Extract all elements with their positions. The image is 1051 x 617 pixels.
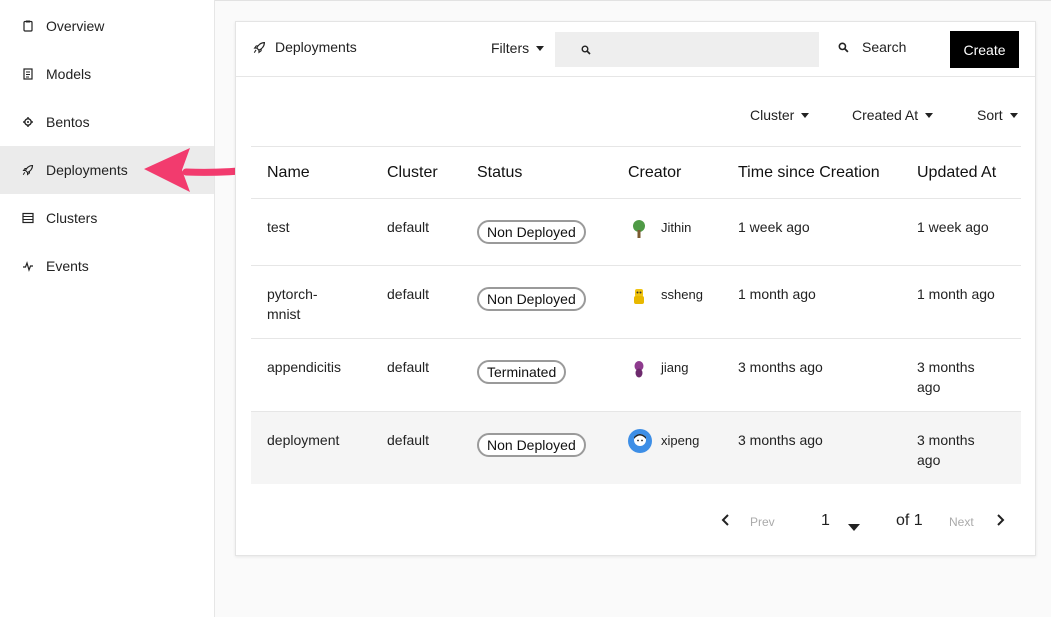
time-since-creation: 3 months ago	[738, 359, 823, 375]
avatar	[628, 358, 650, 380]
table-header: Name Cluster Status Creator Time since C…	[251, 146, 1021, 199]
filters-dropdown[interactable]: Filters	[491, 40, 545, 56]
table-row[interactable]: test default Non Deployed Jithin 1 week …	[251, 199, 1021, 266]
status-badge: Terminated	[477, 360, 567, 384]
search-button-label: Search	[862, 39, 907, 55]
time-since-creation: 1 month ago	[738, 286, 816, 302]
cluster-filter-label: Cluster	[750, 107, 795, 123]
deployments-table: Name Cluster Status Creator Time since C…	[251, 146, 1021, 484]
deployment-name-link[interactable]: deployment	[267, 430, 357, 450]
rocket-icon	[253, 41, 265, 53]
cluster-cell: default	[387, 359, 430, 375]
updated-at: 1 week ago	[917, 219, 989, 235]
page-select-caret-icon[interactable]	[848, 519, 860, 534]
avatar	[628, 218, 650, 240]
sidebar-item-label: Clusters	[46, 210, 98, 226]
deployment-name-link[interactable]: appendicitis	[267, 357, 357, 377]
column-header-updated-at[interactable]: Updated At	[917, 164, 1017, 182]
caret-down-icon	[536, 45, 545, 51]
status-badge: Non Deployed	[477, 287, 586, 311]
page-title: Deployments	[253, 39, 357, 55]
sidebar: Overview Models Bentos Deployments Clust…	[0, 0, 215, 617]
creator-name: jiang	[661, 360, 689, 375]
caret-down-icon	[1009, 112, 1018, 118]
rocket-icon	[22, 164, 34, 176]
next-page-button[interactable]: Next	[949, 515, 974, 529]
caret-down-icon	[801, 112, 810, 118]
card-header: Deployments Filters Search Create	[236, 22, 1035, 77]
search-box	[555, 32, 819, 67]
search-icon	[581, 45, 591, 55]
table-row[interactable]: appendicitis default Terminated jiang 3 …	[251, 339, 1021, 412]
deployments-card: Deployments Filters Search Create Cluste…	[235, 21, 1036, 556]
search-button[interactable]: Search	[838, 39, 906, 55]
creator-name: xipeng	[661, 433, 700, 448]
sidebar-item-overview[interactable]: Overview	[0, 2, 214, 50]
sidebar-item-label: Overview	[46, 18, 105, 34]
column-header-creator[interactable]: Creator	[628, 164, 681, 182]
sidebar-item-label: Deployments	[46, 162, 128, 178]
table-row[interactable]: pytorch-mnist default Non Deployed sshen…	[251, 266, 1021, 339]
sidebar-item-events[interactable]: Events	[0, 242, 214, 290]
table-row[interactable]: deployment default Non Deployed xipeng 3…	[251, 412, 1021, 484]
time-since-creation: 1 week ago	[738, 219, 810, 235]
column-header-status[interactable]: Status	[477, 164, 522, 182]
filters-label: Filters	[491, 40, 530, 56]
activity-icon	[22, 260, 34, 272]
avatar	[628, 429, 652, 453]
sidebar-item-models[interactable]: Models	[0, 50, 214, 98]
creator-name: Jithin	[661, 220, 692, 235]
search-input[interactable]	[602, 34, 819, 65]
time-since-creation: 3 months ago	[738, 432, 823, 448]
sidebar-item-label: Models	[46, 66, 92, 82]
cluster-filter-dropdown[interactable]: Cluster	[750, 107, 810, 123]
status-badge: Non Deployed	[477, 433, 586, 457]
server-icon	[22, 212, 34, 224]
sidebar-item-label: Bentos	[46, 114, 90, 130]
sidebar-item-label: Events	[46, 258, 89, 274]
column-header-cluster[interactable]: Cluster	[387, 164, 438, 182]
page-number-select[interactable]: 1	[821, 512, 830, 530]
cluster-cell: default	[387, 286, 430, 302]
sort-dropdown[interactable]: Sort	[977, 107, 1018, 123]
search-icon	[838, 42, 849, 53]
deployment-name-link[interactable]: test	[267, 217, 357, 237]
column-header-name[interactable]: Name	[267, 164, 357, 182]
prev-page-button[interactable]: Prev	[750, 515, 775, 529]
column-header-time-since-creation[interactable]: Time since Creation	[738, 164, 880, 182]
created-at-filter-label: Created At	[852, 107, 919, 123]
chevron-left-icon[interactable]	[721, 514, 731, 529]
page-total: of 1	[896, 512, 923, 529]
caret-down-icon	[925, 112, 934, 118]
deployment-name-link[interactable]: pytorch-mnist	[267, 284, 337, 324]
sidebar-item-bentos[interactable]: Bentos	[0, 98, 214, 146]
status-badge: Non Deployed	[477, 220, 586, 244]
updated-at: 1 month ago	[917, 286, 995, 302]
cluster-cell: default	[387, 432, 430, 448]
clipboard-icon	[22, 20, 34, 32]
create-button[interactable]: Create	[950, 31, 1019, 68]
creator-name: ssheng	[661, 287, 703, 302]
cluster-cell: default	[387, 219, 430, 235]
created-at-filter-dropdown[interactable]: Created At	[852, 107, 934, 123]
sort-label: Sort	[977, 107, 1003, 123]
page-title-text: Deployments	[275, 39, 357, 55]
updated-at: 3 months ago	[917, 432, 975, 468]
sidebar-item-clusters[interactable]: Clusters	[0, 194, 214, 242]
avatar	[628, 285, 650, 307]
chevron-right-icon[interactable]	[995, 514, 1005, 529]
model-icon	[22, 68, 34, 80]
updated-at: 3 months ago	[917, 359, 975, 395]
bento-icon	[22, 116, 34, 128]
